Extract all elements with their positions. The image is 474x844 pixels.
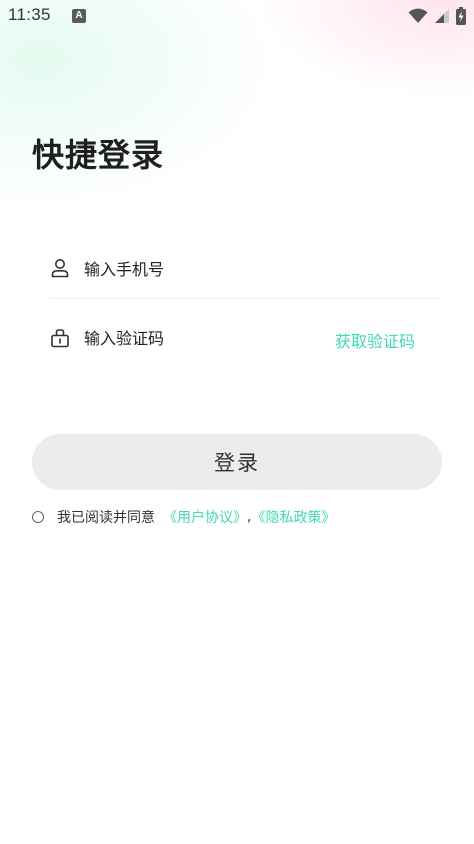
user-icon xyxy=(51,259,69,278)
phone-input[interactable] xyxy=(84,256,324,282)
status-bar: 11:35 A xyxy=(0,0,474,32)
wifi-icon xyxy=(408,8,428,23)
page-title: 快捷登录 xyxy=(32,136,165,174)
get-code-button[interactable]: 获取验证码 xyxy=(335,328,415,352)
battery-charging-icon xyxy=(456,7,466,25)
status-icons xyxy=(408,7,466,25)
privacy-policy-link[interactable]: 《隐私政策》 xyxy=(251,507,335,527)
phone-field-row xyxy=(50,244,442,299)
agreement-radio[interactable] xyxy=(32,511,44,523)
code-field-row: 获取验证码 xyxy=(50,314,442,364)
a-letter-notification-icon: A xyxy=(72,9,86,23)
status-time: 11:35 xyxy=(8,5,51,24)
agreement-row: 我已阅读并同意 《用户协议》 , 《隐私政策》 xyxy=(32,506,335,528)
lock-icon xyxy=(51,329,69,348)
page-background xyxy=(0,0,474,844)
login-button[interactable]: 登录 xyxy=(32,434,442,490)
code-input[interactable] xyxy=(84,325,284,351)
agreement-text: 我已阅读并同意 xyxy=(57,510,155,526)
signal-icon xyxy=(435,9,449,23)
user-agreement-link[interactable]: 《用户协议》 xyxy=(163,507,247,527)
